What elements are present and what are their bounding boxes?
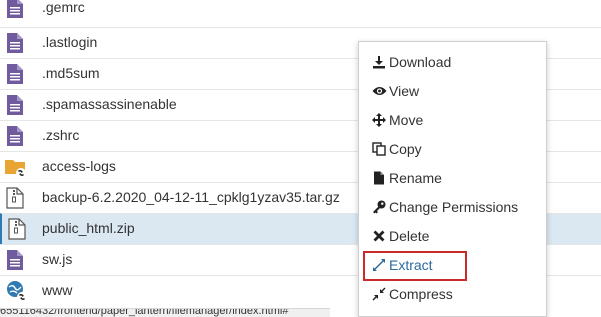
file-name: .spamassassinenable (42, 96, 177, 112)
menu-item-label: View (389, 82, 420, 99)
menu-item-label: Move (389, 111, 424, 128)
file-name: www (42, 282, 73, 298)
menu-item-compress[interactable]: Compress (359, 279, 548, 308)
menu-item-label: Delete (389, 227, 430, 244)
menu-item-copy[interactable]: Copy (359, 134, 548, 163)
expand-arrows-icon (371, 257, 387, 273)
move-arrows-icon (371, 112, 387, 128)
menu-item-label: Download (389, 53, 452, 70)
file-name: access-logs (42, 158, 116, 174)
archive-file-icon (8, 218, 26, 240)
key-icon (371, 199, 387, 215)
menu-item-label: Copy (389, 140, 422, 157)
file-name: .lastlogin (42, 34, 98, 50)
menu-item-extract[interactable]: Extract (359, 250, 548, 281)
compress-arrows-icon (371, 286, 387, 302)
file-name: .md5sum (42, 65, 100, 81)
file-name: backup-6.2.2020_04-12-11_cpklg1yzav35.ta… (42, 189, 340, 205)
status-url: 655116432/frontend/paper_lantern/fileman… (0, 308, 289, 317)
menu-item-download[interactable]: Download (359, 47, 548, 76)
menu-item-change-permissions[interactable]: Change Permissions (359, 192, 548, 221)
globe-link-icon (7, 281, 27, 302)
menu-item-move[interactable]: Move (359, 105, 548, 134)
file-name: public_html.zip (42, 220, 135, 236)
text-file-icon (7, 250, 23, 270)
archive-file-icon (6, 187, 24, 209)
menu-item-label: Compress (389, 285, 453, 302)
text-file-icon (7, 126, 23, 146)
copy-icon (371, 141, 387, 157)
text-file-icon (7, 64, 23, 84)
menu-item-label: Extract (389, 256, 433, 273)
menu-item-delete[interactable]: Delete (359, 221, 548, 250)
menu-item-rename[interactable]: Rename (359, 163, 548, 192)
menu-item-label: Change Permissions (389, 198, 519, 215)
text-file-icon (7, 95, 23, 115)
file-name: sw.js (42, 251, 73, 267)
menu-item-view[interactable]: View (359, 76, 548, 105)
file-row[interactable]: .gemrc (0, 0, 601, 23)
folder-link-icon (5, 160, 26, 178)
file-name: .zshrc (42, 127, 80, 143)
menu-item-label: Rename (389, 169, 442, 186)
file-name: .gemrc (42, 0, 85, 15)
x-icon (371, 228, 387, 244)
download-icon (371, 54, 387, 70)
file-icon (371, 170, 387, 186)
context-menu: Download View Move Copy Rename Change Pe… (358, 41, 547, 317)
eye-icon (371, 83, 387, 99)
text-file-icon (7, 0, 23, 18)
status-bar: 655116432/frontend/paper_lantern/fileman… (0, 308, 330, 317)
text-file-icon (7, 33, 23, 53)
